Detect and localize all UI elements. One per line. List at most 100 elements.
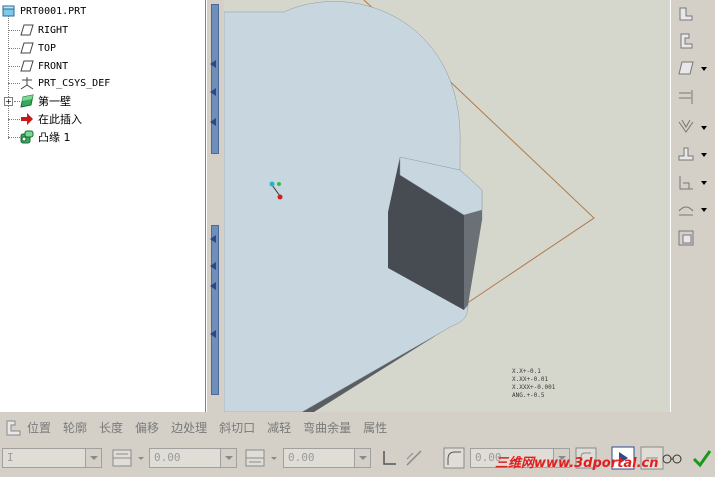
check-icon	[692, 450, 712, 468]
tree-item-label: RIGHT	[38, 24, 69, 36]
rip-icon	[678, 119, 694, 133]
flange-type-value: I	[7, 451, 14, 464]
chevron-down-icon[interactable]	[701, 208, 707, 212]
datum-plane-icon	[20, 59, 34, 73]
collapse-arrow-icon[interactable]	[210, 60, 216, 68]
merge-walls-button[interactable]	[675, 144, 697, 166]
tree-item-label: TOP	[38, 42, 57, 54]
feature-toolbar	[670, 0, 715, 412]
collapse-arrow-icon[interactable]	[210, 282, 216, 290]
flat-pattern-button[interactable]	[675, 227, 697, 249]
accept-button[interactable]	[690, 446, 714, 470]
tree-item-label: PRT0001.PRT	[20, 5, 87, 17]
chevron-down-icon[interactable]	[138, 457, 144, 460]
datum-plane-icon	[20, 23, 34, 37]
flange-icon	[20, 130, 34, 144]
unattached-wall-icon	[678, 61, 694, 75]
part-model	[224, 0, 595, 412]
tab-bend-allowance[interactable]: 弯曲余量	[303, 419, 351, 436]
unattached-wall-button[interactable]	[675, 57, 697, 79]
flange-feature-icon	[3, 417, 23, 437]
csys-x-marker	[269, 181, 275, 187]
tab-edge-treatment[interactable]: 边处理	[171, 419, 207, 436]
chevron-down-icon[interactable]	[701, 126, 707, 130]
flat-wall-icon	[679, 7, 693, 21]
csys-z-marker	[277, 194, 283, 200]
unbend-icon	[678, 206, 694, 216]
tree-item-first-wall[interactable]: 第一壁	[20, 93, 71, 109]
chevron-down-icon[interactable]	[701, 67, 707, 71]
collapse-arrow-icon[interactable]	[210, 118, 216, 126]
sheetmetal-wall-icon	[20, 94, 34, 108]
extend-wall-button[interactable]	[675, 86, 697, 108]
csys-y-marker	[277, 182, 281, 186]
tab-relief[interactable]: 减轻	[267, 419, 291, 436]
splitter-rail	[211, 4, 219, 154]
insert-here-arrow-icon	[20, 112, 34, 126]
tree-item-right[interactable]: RIGHT	[20, 22, 68, 38]
flange-wall-button[interactable]	[675, 30, 697, 52]
chevron-down-icon[interactable]	[85, 449, 101, 467]
tree-connector	[8, 13, 9, 139]
tolerance-line: X.XXX+-0.001	[512, 384, 556, 391]
expand-toggle[interactable]: +	[4, 97, 13, 106]
tolerance-line: X.XX+-0.01	[512, 376, 549, 383]
rip-button[interactable]	[675, 116, 697, 138]
tree-item-flange[interactable]: 凸缘 1	[20, 129, 71, 145]
tolerance-table: X.X+-0.1 X.XX+-0.01 X.XXX+-0.001 ANG.+-0…	[512, 368, 555, 400]
flange-wall-icon	[680, 33, 693, 49]
tree-item-top[interactable]: TOP	[20, 40, 56, 56]
collapse-arrow-icon[interactable]	[210, 262, 216, 270]
tab-miter-cuts[interactable]: 斜切口	[219, 419, 255, 436]
flange-type-select[interactable]: I	[2, 448, 102, 468]
length2-type-button[interactable]	[243, 446, 267, 470]
tree-item-front[interactable]: FRONT	[20, 58, 68, 74]
collapse-arrow-icon[interactable]	[210, 330, 216, 338]
tab-profile[interactable]: 轮廓	[63, 419, 87, 436]
tab-offset[interactable]: 偏移	[135, 419, 159, 436]
thickness-side-button[interactable]	[402, 446, 426, 470]
tree-item-insert-here[interactable]: 在此插入	[20, 111, 82, 127]
bend-icon	[679, 176, 693, 190]
tab-properties[interactable]: 属性	[363, 419, 387, 436]
chevron-down-icon[interactable]	[271, 457, 277, 460]
thickness-side-icon	[406, 450, 422, 466]
length-type-button[interactable]	[110, 446, 134, 470]
tree-item-label: 第一壁	[38, 95, 71, 108]
chevron-down-icon[interactable]	[701, 181, 707, 185]
length2-field[interactable]: 0.00	[283, 448, 371, 468]
graphics-viewport[interactable]: X.X+-0.1 X.XX+-0.01 X.XXX+-0.001 ANG.+-0…	[224, 0, 670, 412]
length2-type-icon	[245, 449, 265, 467]
tab-length[interactable]: 长度	[99, 419, 123, 436]
extend-wall-icon	[679, 90, 693, 104]
tree-item-csys[interactable]: PRT_CSYS_DEF	[20, 75, 110, 91]
length1-field[interactable]: 0.00	[149, 448, 237, 468]
bend-radius-button[interactable]	[442, 446, 466, 470]
tree-item-label: 凸缘 1	[38, 131, 71, 144]
datum-plane-icon	[20, 41, 34, 55]
flip-profile-button[interactable]	[378, 446, 402, 470]
chevron-down-icon[interactable]	[220, 449, 236, 467]
glasses-icon	[662, 454, 682, 464]
collapse-arrow-icon[interactable]	[210, 88, 216, 96]
flip-profile-icon	[383, 451, 396, 465]
csys-icon	[20, 76, 34, 90]
glasses-preview-button[interactable]	[660, 446, 684, 470]
tree-item-label: 在此插入	[38, 113, 82, 126]
flat-wall-button[interactable]	[675, 3, 697, 25]
bend-radius-icon	[443, 447, 465, 469]
length2-value: 0.00	[288, 451, 315, 464]
merge-walls-icon	[678, 147, 694, 161]
unbend-button[interactable]	[675, 199, 697, 221]
collapse-arrow-icon[interactable]	[210, 235, 216, 243]
bend-button[interactable]	[675, 172, 697, 194]
watermark: 三维网www.3dportal.cn	[495, 456, 659, 471]
dashboard-tabs: 位置 轮廓 长度 偏移 边处理 斜切口 减轻 弯曲余量 属性	[0, 414, 715, 440]
chevron-down-icon[interactable]	[354, 449, 370, 467]
tree-item-part[interactable]: PRT0001.PRT	[2, 3, 86, 19]
tree-item-label: PRT_CSYS_DEF	[38, 77, 111, 89]
pane-splitter[interactable]	[206, 0, 224, 412]
tab-placement[interactable]: 位置	[27, 419, 51, 436]
splitter-rail	[211, 225, 219, 395]
chevron-down-icon[interactable]	[701, 153, 707, 157]
